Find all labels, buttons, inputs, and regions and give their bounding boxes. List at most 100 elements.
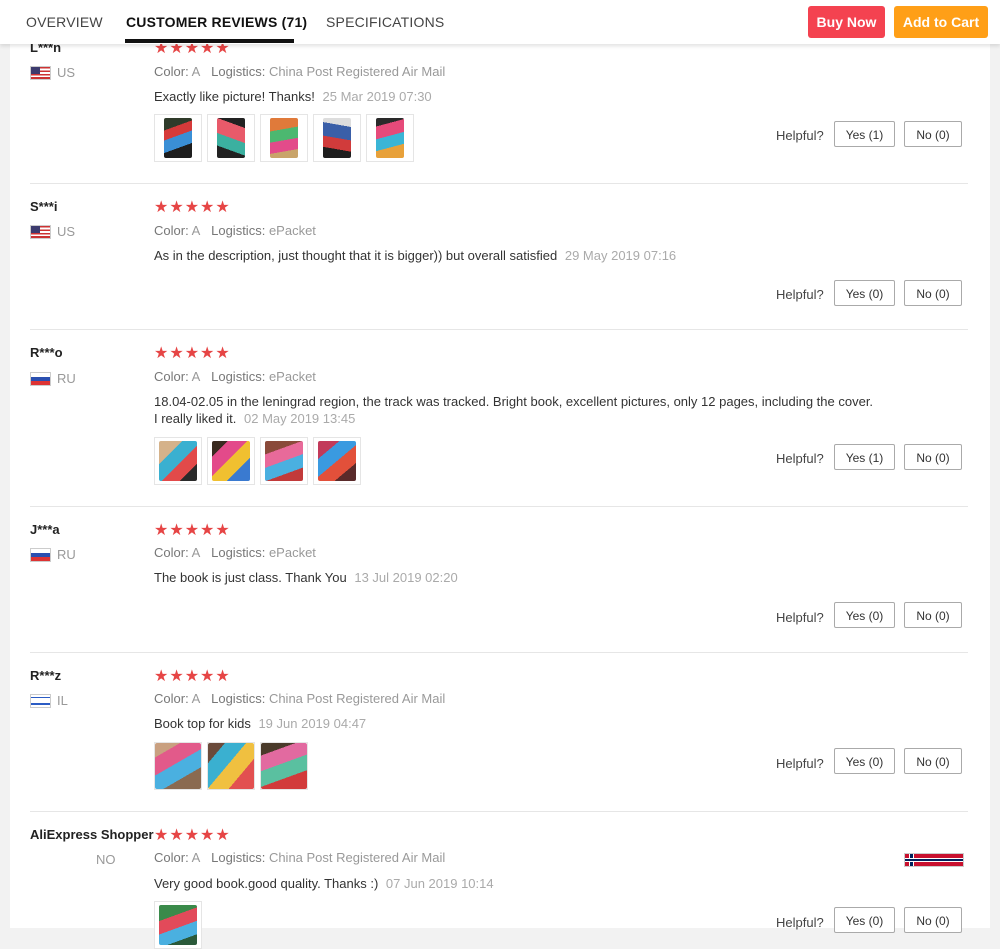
add-to-cart-button[interactable]: Add to Cart: [894, 6, 988, 38]
logistics-value: China Post Registered Air Mail: [268, 850, 446, 865]
ru-flag-icon: [30, 547, 51, 562]
color-value: A: [191, 64, 201, 79]
logistics-label: Logistics:: [211, 64, 266, 79]
helpful-yes-button[interactable]: Yes (0): [834, 748, 895, 774]
helpful-no-button[interactable]: No (0): [904, 280, 962, 306]
review-photo-thumbnail[interactable]: [154, 437, 202, 485]
color-value: A: [191, 691, 201, 706]
review-photo-thumbnail[interactable]: [260, 114, 308, 162]
review-date: 29 May 2019 07:16: [564, 248, 677, 263]
review-photo-thumbnail[interactable]: [154, 742, 202, 790]
reviewer-country: IL: [30, 693, 68, 708]
review-item: S***i US ★★★★★ Color: A Logistics: ePack…: [30, 184, 968, 330]
reviewer-country: NO: [30, 852, 964, 867]
country-code: US: [57, 224, 76, 239]
review-item: AliExpress Shopper NO ★★★★★ Color: A Log…: [30, 812, 968, 949]
helpful-label: Helpful?: [776, 610, 824, 625]
review-body: The book is just class. Thank You: [154, 570, 347, 585]
helpful-label: Helpful?: [776, 128, 824, 143]
helpful-yes-button[interactable]: Yes (0): [834, 280, 895, 306]
color-value: A: [191, 545, 201, 560]
review-date: 13 Jul 2019 02:20: [354, 570, 458, 585]
star-rating: ★★★★★: [154, 668, 231, 685]
helpful-label: Helpful?: [776, 756, 824, 771]
reviewer-country: RU: [30, 547, 76, 562]
country-code: IL: [57, 693, 68, 708]
review-item: R***o RU ★★★★★ Color: A Logistics: ePack…: [30, 330, 968, 507]
logistics-value: ePacket: [268, 545, 316, 560]
buy-now-button[interactable]: Buy Now: [808, 6, 885, 38]
helpful-label: Helpful?: [776, 451, 824, 466]
us-flag-icon: [30, 65, 51, 80]
review-photos: [154, 901, 202, 949]
review-meta: Color: A Logistics: ePacket: [154, 369, 316, 384]
helpful-no-button[interactable]: No (0): [904, 907, 962, 933]
logistics-label: Logistics:: [211, 850, 266, 865]
review-photo-thumbnail[interactable]: [207, 114, 255, 162]
color-label: Color:: [154, 369, 189, 384]
color-label: Color:: [154, 850, 189, 865]
review-item: J***a RU ★★★★★ Color: A Logistics: ePack…: [30, 507, 968, 653]
review-date: 02 May 2019 13:45: [244, 411, 356, 426]
country-code: RU: [57, 371, 76, 386]
review-date: 25 Mar 2019 07:30: [322, 89, 432, 104]
review-photo-thumbnail[interactable]: [260, 742, 308, 790]
helpful-no-button[interactable]: No (0): [904, 602, 962, 628]
helpful-no-button[interactable]: No (0): [904, 121, 962, 147]
color-label: Color:: [154, 223, 189, 238]
active-tab-indicator: [125, 39, 294, 43]
us-flag-icon: [30, 224, 51, 239]
logistics-value: China Post Registered Air Mail: [268, 64, 446, 79]
country-code: NO: [96, 852, 116, 867]
reviewer-country: US: [30, 224, 75, 239]
review-body: Very good book.good quality. Thanks :): [154, 876, 379, 891]
review-text: 18.04-02.05 in the leningrad region, the…: [154, 393, 874, 427]
ru-flag-icon: [30, 371, 51, 386]
review-date: 19 Jun 2019 04:47: [258, 716, 367, 731]
helpful-yes-button[interactable]: Yes (1): [834, 121, 895, 147]
star-rating: ★★★★★: [154, 827, 231, 844]
helpful-yes-button[interactable]: Yes (0): [834, 602, 895, 628]
review-photo-thumbnail[interactable]: [207, 742, 255, 790]
logistics-value: China Post Registered Air Mail: [268, 691, 446, 706]
helpful-label: Helpful?: [776, 287, 824, 302]
reviewer-name: R***o: [30, 345, 63, 360]
color-value: A: [191, 369, 201, 384]
review-photos: [154, 437, 361, 485]
review-photo-thumbnail[interactable]: [207, 437, 255, 485]
review-photo-thumbnail[interactable]: [260, 437, 308, 485]
color-value: A: [191, 850, 201, 865]
tab-customer-reviews[interactable]: CUSTOMER REVIEWS (71): [126, 14, 307, 30]
helpful-no-button[interactable]: No (0): [904, 748, 962, 774]
reviewer-name: R***z: [30, 668, 62, 683]
review-text: The book is just class. Thank You 13 Jul…: [154, 569, 874, 586]
review-meta: Color: A Logistics: China Post Registere…: [154, 850, 445, 865]
country-code: US: [57, 65, 76, 80]
tab-overview[interactable]: OVERVIEW: [26, 14, 103, 30]
color-label: Color:: [154, 545, 189, 560]
review-photos: [154, 742, 308, 790]
reviewer-name: J***a: [30, 522, 60, 537]
review-photo-thumbnail[interactable]: [313, 114, 361, 162]
review-date: 07 Jun 2019 10:14: [385, 876, 494, 891]
logistics-label: Logistics:: [211, 369, 266, 384]
logistics-label: Logistics:: [211, 545, 266, 560]
logistics-value: ePacket: [268, 223, 316, 238]
helpful-yes-button[interactable]: Yes (0): [834, 907, 895, 933]
il-flag-icon: [30, 693, 51, 708]
review-photo-thumbnail[interactable]: [154, 901, 202, 949]
country-code: RU: [57, 547, 76, 562]
tab-specifications[interactable]: SPECIFICATIONS: [326, 14, 444, 30]
review-photo-thumbnail[interactable]: [366, 114, 414, 162]
logistics-label: Logistics:: [211, 691, 266, 706]
star-rating: ★★★★★: [154, 522, 231, 539]
review-text: Very good book.good quality. Thanks :) 0…: [154, 875, 874, 892]
reviewer-country: RU: [30, 371, 76, 386]
review-photo-thumbnail[interactable]: [313, 437, 361, 485]
reviewer-name: AliExpress Shopper: [30, 827, 154, 842]
reviewer-name: S***i: [30, 199, 58, 214]
review-photo-thumbnail[interactable]: [154, 114, 202, 162]
product-tab-bar: OVERVIEW CUSTOMER REVIEWS (71) SPECIFICA…: [0, 0, 1000, 44]
helpful-no-button[interactable]: No (0): [904, 444, 962, 470]
helpful-yes-button[interactable]: Yes (1): [834, 444, 895, 470]
